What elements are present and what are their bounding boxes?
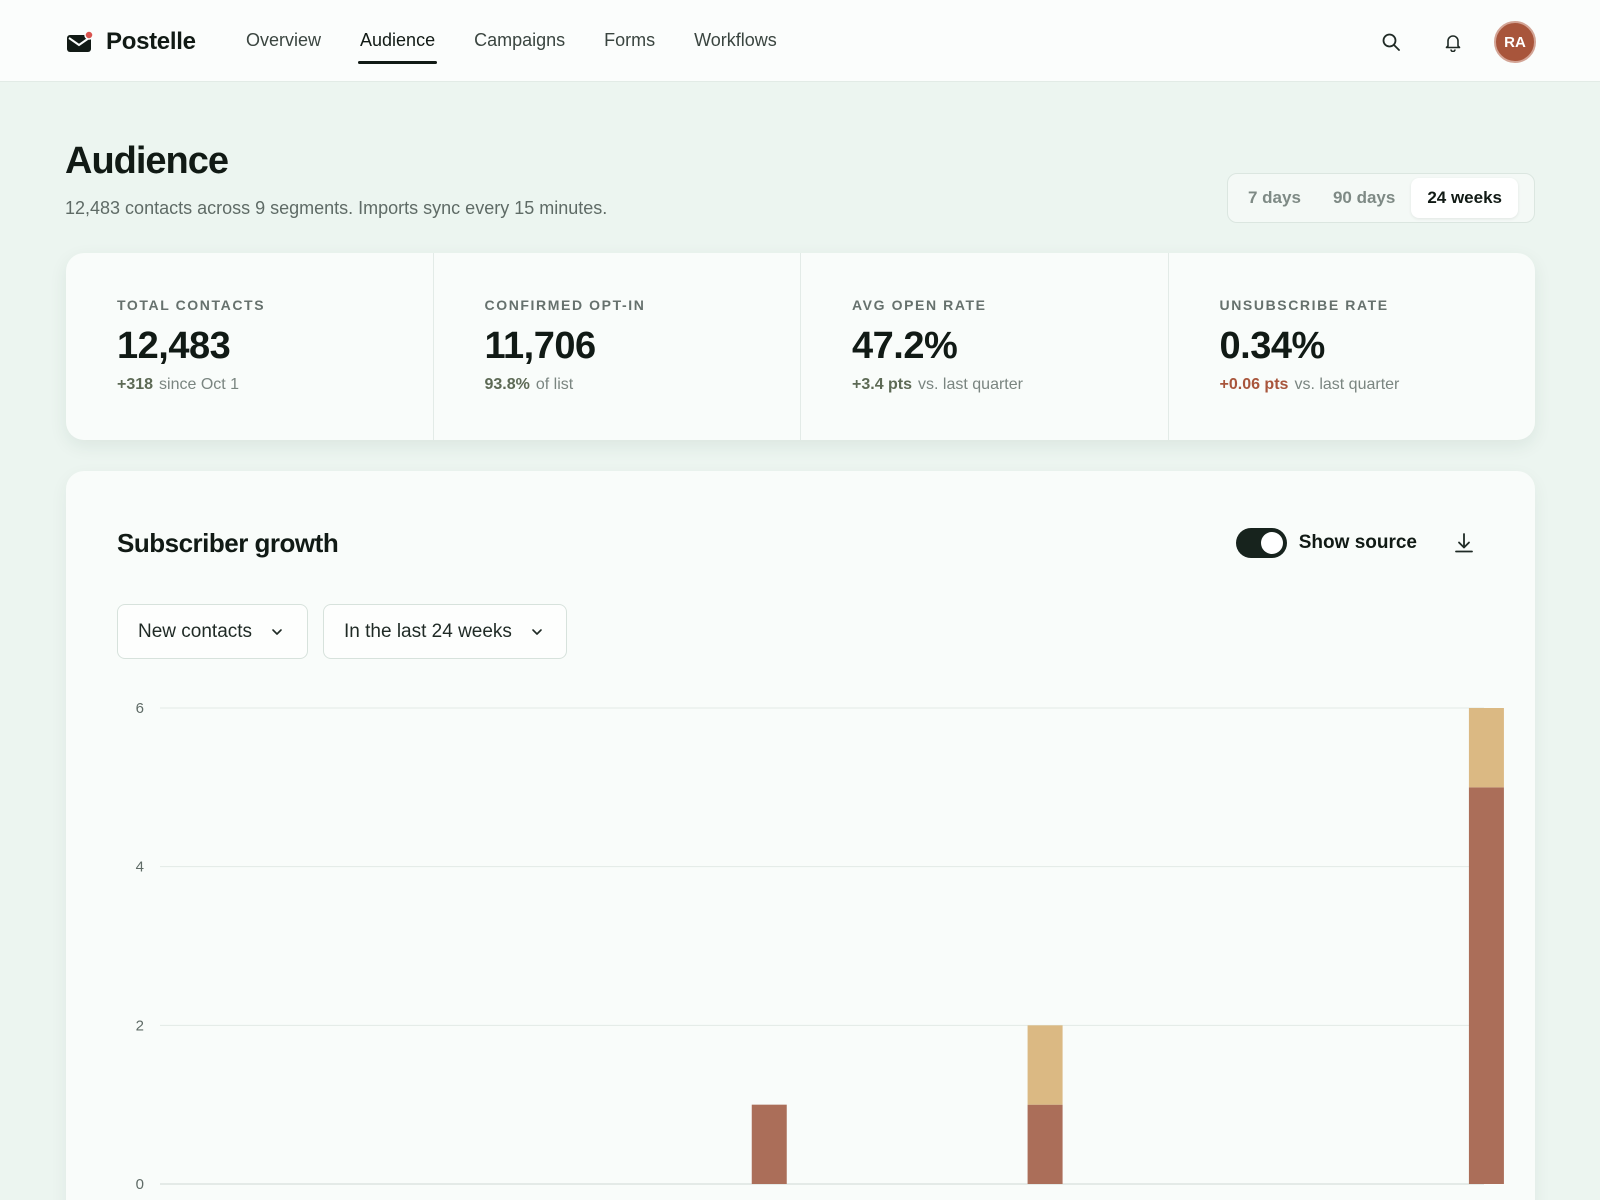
nav-item-workflows[interactable]: Workflows xyxy=(692,0,779,82)
mail-icon xyxy=(67,30,94,53)
kpi-unsubscribe-rate: UNSUBSCRIBE RATE 0.34% +0.06 pts vs. last… xyxy=(1169,253,1536,440)
avatar[interactable]: RA xyxy=(1494,21,1536,63)
nav-item-audience[interactable]: Audience xyxy=(358,0,438,82)
kpi-delta-value: +0.06 pts xyxy=(1219,376,1289,393)
top-bar: Postelle Overview Audience Campaigns For… xyxy=(0,0,1600,82)
bar-segment xyxy=(751,1104,787,1184)
kpi-label: UNSUBSCRIBE RATE xyxy=(1219,297,1389,313)
search-icon xyxy=(1382,33,1400,51)
kpi-confirmed-opt-in: CONFIRMED OPT-IN 11,706 93.8% of list xyxy=(434,253,801,440)
range-tab-90-days[interactable]: 90 days xyxy=(1317,178,1411,218)
kpi-total-contacts: TOTAL CONTACTS 12,483 +318 since Oct 1 xyxy=(66,253,434,440)
kpi-avg-open-rate: AVG OPEN RATE 47.2% +3.4 pts vs. last qua… xyxy=(801,253,1169,440)
kpi-label: CONFIRMED OPT-IN xyxy=(484,297,646,313)
kpi-value: 47.2% xyxy=(852,325,958,367)
brand[interactable]: Postelle xyxy=(67,28,196,56)
bar-segment xyxy=(1468,787,1504,1184)
nav-item-campaigns[interactable]: Campaigns xyxy=(472,0,567,82)
nav-item-forms[interactable]: Forms xyxy=(602,0,657,82)
kpi-delta-note: vs. last quarter xyxy=(1294,376,1400,393)
kpi-value: 0.34% xyxy=(1219,325,1326,367)
y-tick-label: 6 xyxy=(136,700,144,717)
kpi-label: TOTAL CONTACTS xyxy=(117,297,266,313)
notifications-button[interactable] xyxy=(1432,21,1474,63)
kpi-delta-note: vs. last quarter xyxy=(918,376,1023,393)
kpi-value: 12,483 xyxy=(117,325,231,367)
kpi-delta: +3.4 pts vs. last quarter xyxy=(852,376,1168,394)
brand-name: Postelle xyxy=(106,28,196,55)
y-tick-label: 2 xyxy=(136,1017,144,1034)
top-actions: RA xyxy=(1370,21,1536,63)
kpi-value: 11,706 xyxy=(484,325,597,367)
kpi-delta: +0.06 pts vs. last quarter xyxy=(1220,376,1536,394)
range-tab-7-days[interactable]: 7 days xyxy=(1232,178,1317,218)
page-subtitle: 12,483 contacts across 9 segments. Impor… xyxy=(65,198,608,218)
bar-segment xyxy=(1027,1104,1063,1184)
subscriber-growth-card: Subscriber growth Show source New contac… xyxy=(66,471,1535,1200)
y-tick-label: 4 xyxy=(136,859,144,876)
kpi-delta-note: since Oct 1 xyxy=(159,376,240,393)
kpi-delta: 93.8% of list xyxy=(485,376,801,394)
kpi-cards: TOTAL CONTACTS 12,483 +318 since Oct 1 CO… xyxy=(66,253,1535,440)
kpi-label: AVG OPEN RATE xyxy=(852,297,987,313)
kpi-delta-value: +318 xyxy=(117,376,154,393)
nav-item-overview[interactable]: Overview xyxy=(244,0,323,82)
main-nav: Overview Audience Campaigns Forms Workfl… xyxy=(244,0,814,82)
search-button[interactable] xyxy=(1370,21,1412,63)
bar-segment xyxy=(1468,708,1504,788)
kpi-delta-note: of list xyxy=(535,376,574,393)
growth-chart: 0 2 4 6 xyxy=(136,700,1504,1193)
kpi-delta-value: 93.8% xyxy=(484,376,530,393)
range-tabs: 7 days 90 days 24 weeks xyxy=(1227,173,1535,223)
range-tab-24-weeks[interactable]: 24 weeks xyxy=(1411,178,1519,218)
bar-segment xyxy=(1027,1025,1063,1105)
kpi-delta: +318 since Oct 1 xyxy=(117,376,433,394)
bell-icon xyxy=(1445,35,1461,52)
page-title: Audience xyxy=(65,140,229,182)
y-tick-label: 0 xyxy=(136,1176,144,1193)
kpi-delta-value: +3.4 pts xyxy=(852,376,913,393)
